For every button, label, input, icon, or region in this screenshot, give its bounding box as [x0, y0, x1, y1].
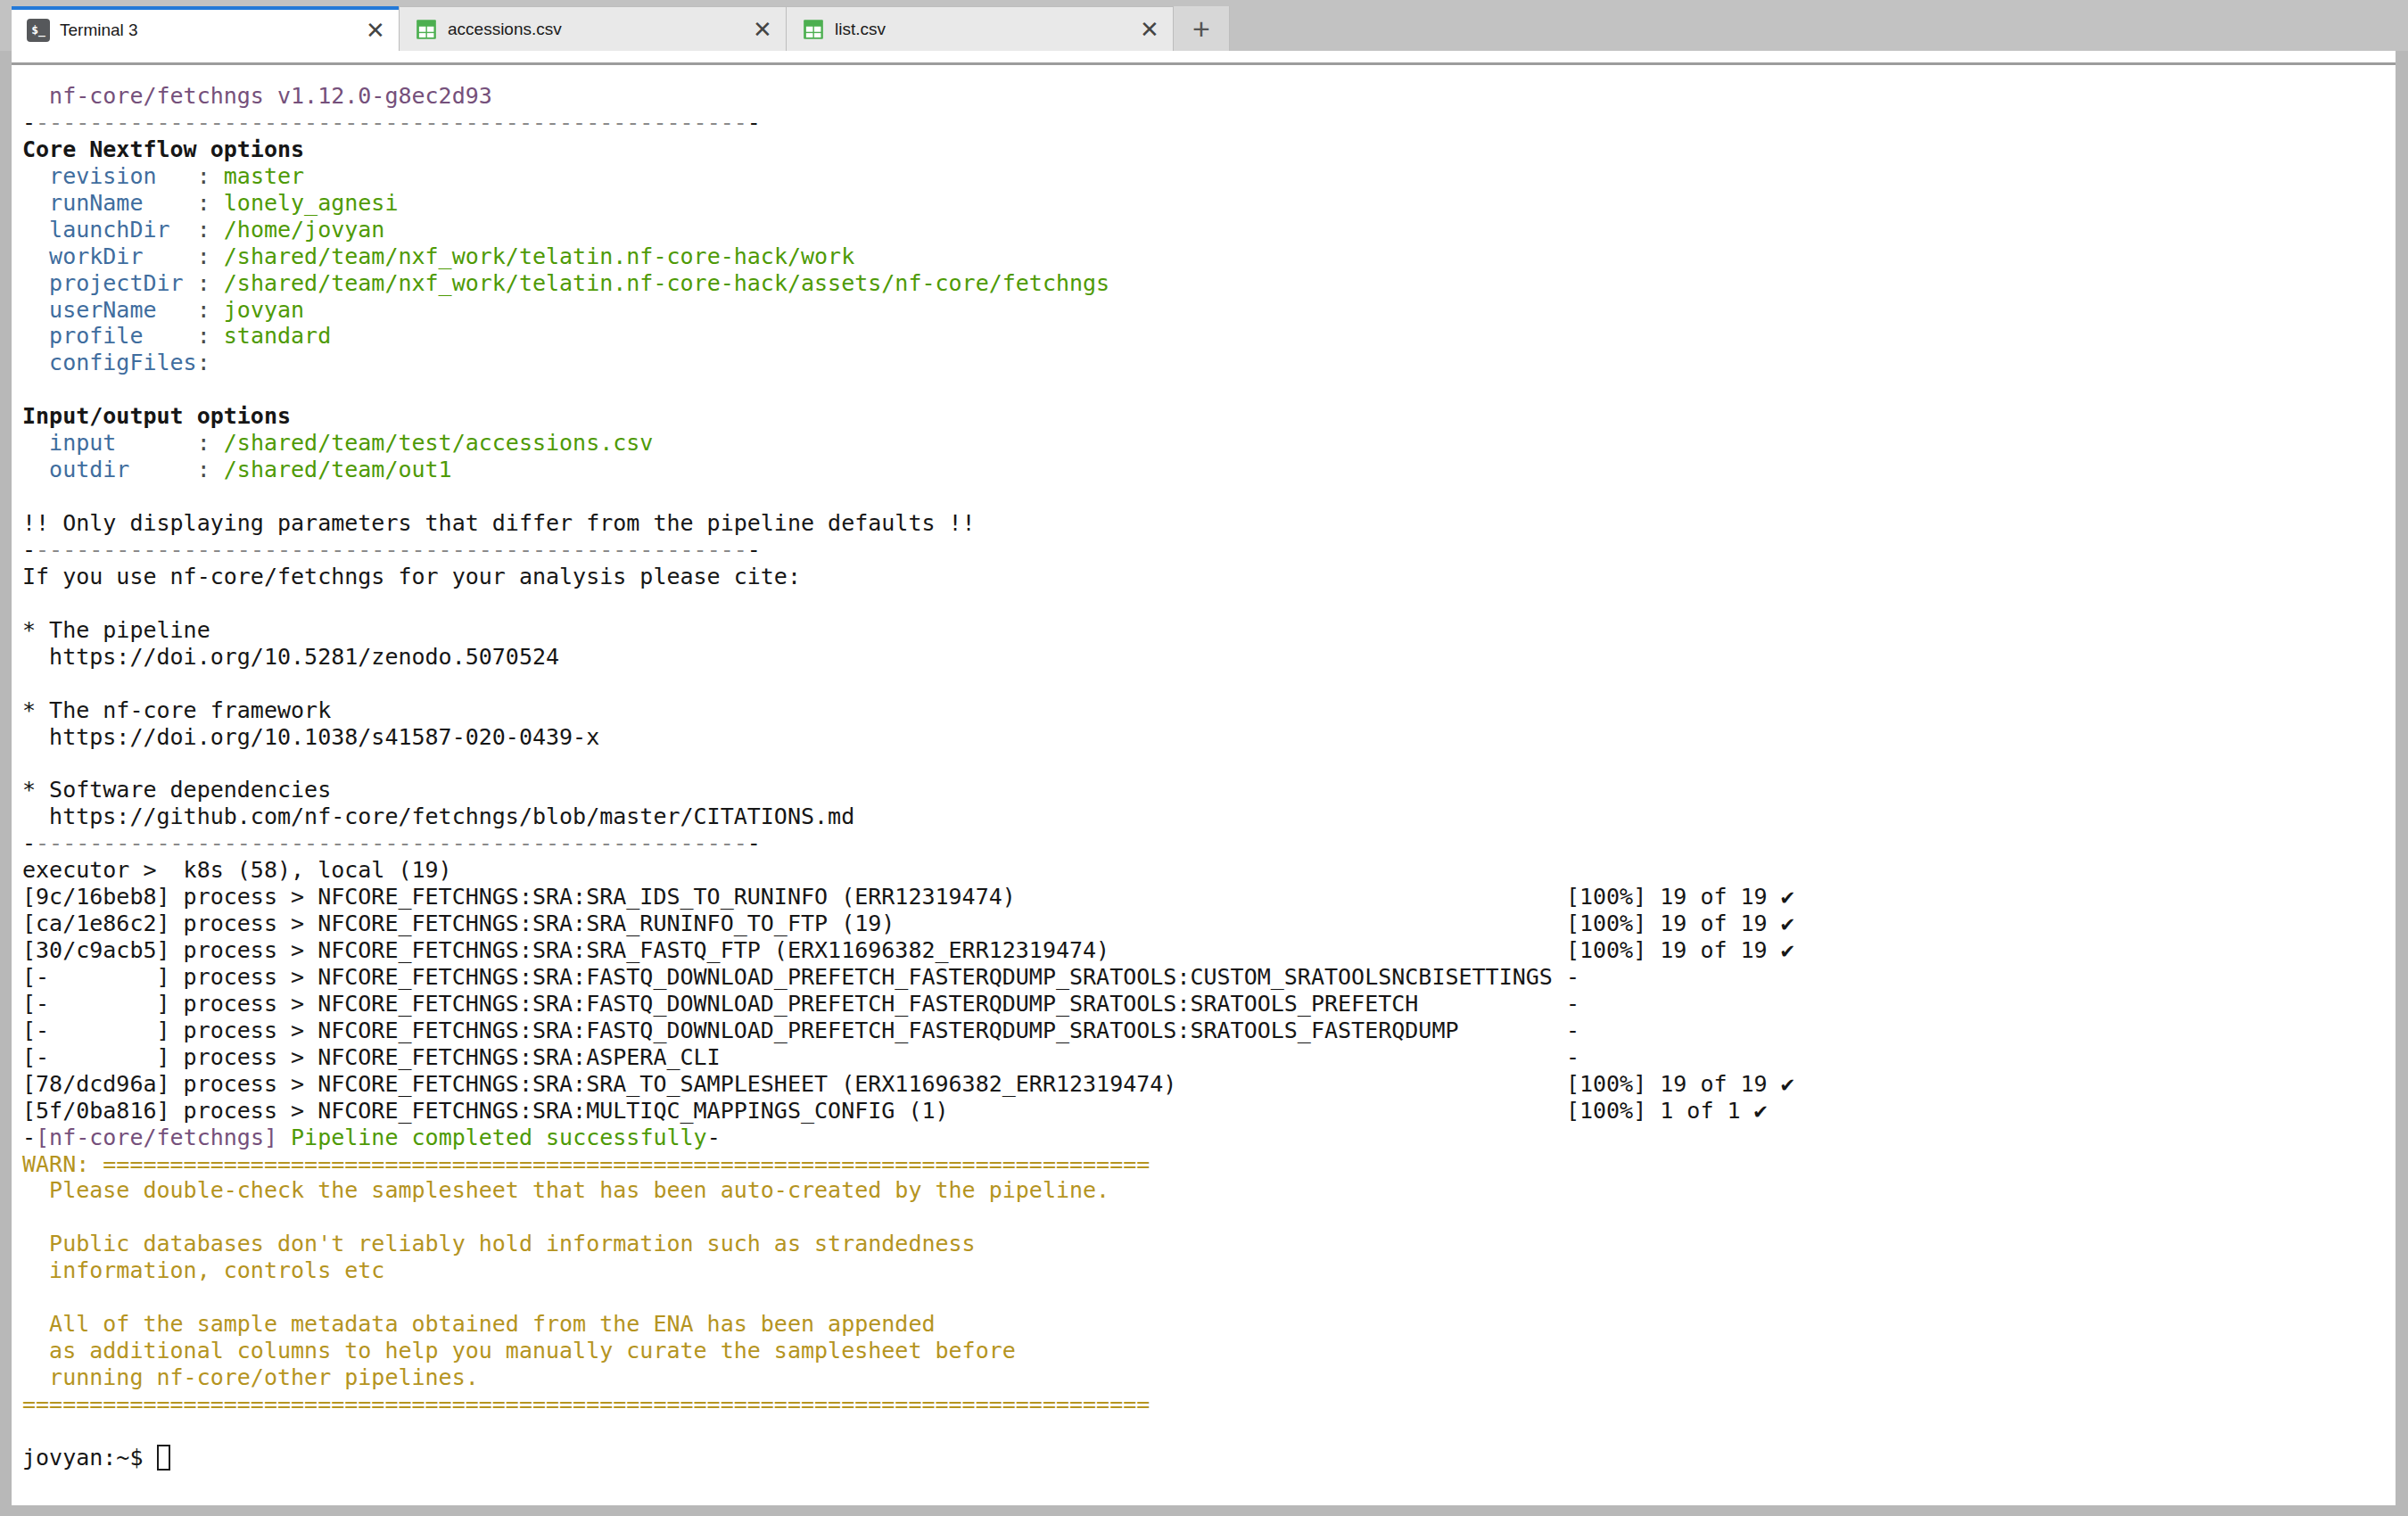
- terminal-line: [22, 590, 2396, 617]
- terminal-line: ========================================…: [22, 1391, 2396, 1418]
- terminal-line: [22, 750, 2396, 777]
- terminal-line: [- ] process > NFCORE_FETCHNGS:SRA:ASPER…: [22, 1044, 2396, 1071]
- terminal-line: [22, 1418, 2396, 1445]
- terminal-line: [- ] process > NFCORE_FETCHNGS:SRA:FASTQ…: [22, 964, 2396, 991]
- terminal-line: Please double-check the samplesheet that…: [22, 1177, 2396, 1204]
- terminal-line: All of the sample metadata obtained from…: [22, 1311, 2396, 1338]
- tab-label: Terminal 3: [60, 21, 363, 40]
- close-tab-icon[interactable]: ✕: [363, 17, 388, 44]
- terminal-line: input : /shared/team/test/accessions.csv: [22, 430, 2396, 457]
- terminal-line: [22, 1284, 2396, 1311]
- tab-label: accessions.csv: [448, 20, 750, 39]
- tab-terminal-3[interactable]: $_ Terminal 3✕: [12, 6, 399, 51]
- terminal-line: ----------------------------------------…: [22, 830, 2396, 857]
- prompt-text: jovyan:~$: [22, 1445, 157, 1471]
- terminal-line: -[nf-core/fetchngs] Pipeline completed s…: [22, 1125, 2396, 1151]
- terminal-line: launchDir : /home/jovyan: [22, 217, 2396, 243]
- terminal-line: running nf-core/other pipelines.: [22, 1364, 2396, 1391]
- terminal-line: [22, 671, 2396, 697]
- tab-list-csv[interactable]: list.csv✕: [786, 6, 1173, 51]
- terminal-line: Input/output options: [22, 403, 2396, 430]
- terminal-line: * Software dependencies: [22, 777, 2396, 803]
- spreadsheet-icon: [415, 18, 438, 41]
- terminal-line: Core Nextflow options: [22, 136, 2396, 163]
- tab-accessions-csv[interactable]: accessions.csv✕: [399, 6, 786, 51]
- terminal-line: Public databases don't reliably hold inf…: [22, 1231, 2396, 1257]
- terminal-line: profile : standard: [22, 323, 2396, 350]
- terminal-panel: nf-core/fetchngs v1.12.0-g8ec2d93-------…: [12, 51, 2396, 1505]
- terminal-line: revision : master: [22, 163, 2396, 190]
- terminal-line: [5f/0ba816] process > NFCORE_FETCHNGS:SR…: [22, 1098, 2396, 1125]
- close-tab-icon[interactable]: ✕: [1137, 16, 1162, 43]
- terminal-output: nf-core/fetchngs v1.12.0-g8ec2d93-------…: [22, 83, 2396, 1445]
- terminal-line: [22, 483, 2396, 510]
- terminal-line: [78/dcd96a] process > NFCORE_FETCHNGS:SR…: [22, 1071, 2396, 1098]
- tab-bar: $_Terminal 3✕accessions.csv✕list.csv✕+: [0, 0, 2408, 51]
- terminal-line: [ca/1e86c2] process > NFCORE_FETCHNGS:SR…: [22, 910, 2396, 937]
- terminal-line: WARN: ==================================…: [22, 1151, 2396, 1178]
- spreadsheet-icon: [802, 18, 825, 41]
- terminal-line: runName : lonely_agnesi: [22, 190, 2396, 217]
- terminal-line: configFiles:: [22, 350, 2396, 376]
- terminal[interactable]: nf-core/fetchngs v1.12.0-g8ec2d93-------…: [12, 51, 2396, 1505]
- terminal-line: [- ] process > NFCORE_FETCHNGS:SRA:FASTQ…: [22, 1018, 2396, 1044]
- terminal-line: [22, 376, 2396, 403]
- tab-label: list.csv: [835, 20, 1137, 39]
- terminal-line: as additional columns to help you manual…: [22, 1338, 2396, 1364]
- terminal-icon: $_: [27, 19, 50, 42]
- terminal-line: information, controls etc: [22, 1257, 2396, 1284]
- terminal-line: workDir : /shared/team/nxf_work/telatin.…: [22, 243, 2396, 270]
- terminal-line: executor > k8s (58), local (19): [22, 857, 2396, 884]
- terminal-line: * The nf-core framework: [22, 697, 2396, 724]
- terminal-line: [22, 1204, 2396, 1231]
- terminal-line: ----------------------------------------…: [22, 110, 2396, 136]
- terminal-line: If you use nf-core/fetchngs for your ana…: [22, 564, 2396, 590]
- new-tab-button[interactable]: +: [1173, 6, 1230, 51]
- terminal-line: https://doi.org/10.1038/s41587-020-0439-…: [22, 724, 2396, 751]
- terminal-line: outdir : /shared/team/out1: [22, 457, 2396, 483]
- terminal-line: nf-core/fetchngs v1.12.0-g8ec2d93: [22, 83, 2396, 110]
- terminal-line: ----------------------------------------…: [22, 537, 2396, 564]
- terminal-line: https://doi.org/10.5281/zenodo.5070524: [22, 644, 2396, 671]
- terminal-line: !! Only displaying parameters that diffe…: [22, 510, 2396, 537]
- close-tab-icon[interactable]: ✕: [750, 16, 775, 43]
- terminal-line: [9c/16beb8] process > NFCORE_FETCHNGS:SR…: [22, 884, 2396, 910]
- plus-icon: +: [1192, 12, 1210, 46]
- terminal-line: [30/c9acb5] process > NFCORE_FETCHNGS:SR…: [22, 937, 2396, 964]
- terminal-line: [- ] process > NFCORE_FETCHNGS:SRA:FASTQ…: [22, 991, 2396, 1018]
- terminal-line: projectDir : /shared/team/nxf_work/telat…: [22, 270, 2396, 297]
- terminal-line: * The pipeline: [22, 617, 2396, 644]
- terminal-line: userName : jovyan: [22, 297, 2396, 324]
- terminal-cursor[interactable]: [157, 1445, 170, 1471]
- prompt-line: jovyan:~$: [22, 1445, 2396, 1471]
- terminal-line: https://github.com/nf-core/fetchngs/blob…: [22, 803, 2396, 830]
